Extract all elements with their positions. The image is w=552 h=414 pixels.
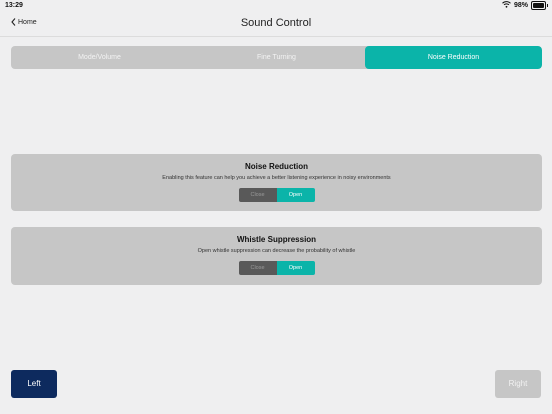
noise-reduction-card: Noise Reduction Enabling this feature ca… bbox=[11, 154, 542, 211]
tab-mode-volume[interactable]: Mode/Volume bbox=[11, 46, 188, 69]
battery-fill bbox=[533, 3, 544, 8]
status-indicators: 98% bbox=[502, 1, 548, 10]
battery-percent: 98% bbox=[513, 2, 528, 9]
whistle-suppression-close-button[interactable]: Close bbox=[238, 261, 277, 275]
navigation-bar: Home Sound Control bbox=[0, 12, 552, 37]
status-bar: 13:29 98% bbox=[0, 0, 552, 12]
left-button[interactable]: Left bbox=[11, 370, 57, 398]
card-description: Enabling this feature can help you achie… bbox=[162, 175, 391, 181]
page-title: Sound Control bbox=[240, 17, 312, 29]
wifi-icon bbox=[502, 1, 511, 10]
status-time: 13:29 bbox=[5, 2, 23, 9]
right-button[interactable]: Right bbox=[495, 370, 541, 398]
card-description: Open whistle suppression can decrease th… bbox=[197, 248, 356, 254]
whistle-suppression-toggle: Close Open bbox=[238, 261, 315, 275]
card-title: Noise Reduction bbox=[244, 162, 309, 171]
tab-fine-turning[interactable]: Fine Turning bbox=[188, 46, 365, 69]
card-title: Whistle Suppression bbox=[236, 235, 317, 244]
battery-icon bbox=[531, 1, 548, 10]
noise-reduction-close-button[interactable]: Close bbox=[238, 188, 277, 202]
tab-bar: Mode/Volume Fine Turning Noise Reduction bbox=[11, 46, 542, 69]
noise-reduction-toggle: Close Open bbox=[238, 188, 315, 202]
noise-reduction-open-button[interactable]: Open bbox=[276, 188, 315, 202]
tab-noise-reduction[interactable]: Noise Reduction bbox=[365, 46, 542, 69]
whistle-suppression-open-button[interactable]: Open bbox=[276, 261, 315, 275]
whistle-suppression-card: Whistle Suppression Open whistle suppres… bbox=[11, 227, 542, 285]
